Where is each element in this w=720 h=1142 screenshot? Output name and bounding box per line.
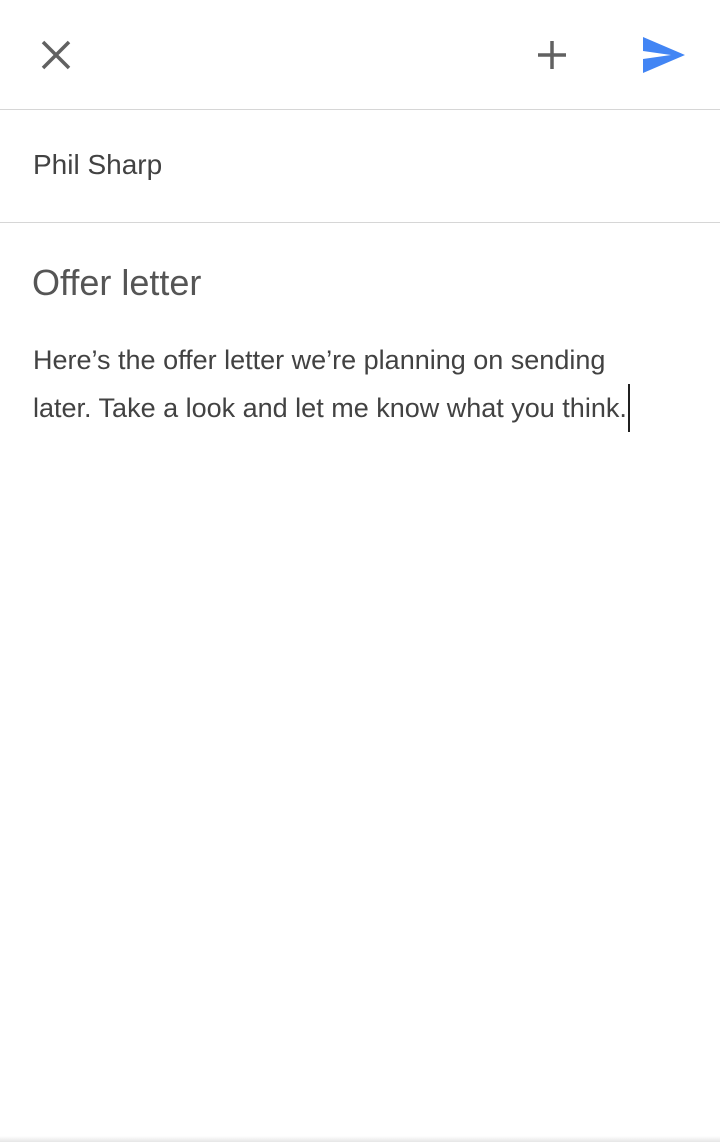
plus-icon	[538, 41, 566, 69]
close-button[interactable]	[24, 23, 88, 87]
recipient-name: Phil Sharp	[33, 149, 163, 180]
subject-field[interactable]: Offer letter	[32, 262, 201, 304]
recipient-field[interactable]: Phil Sharp	[0, 111, 720, 223]
compose-screen: Phil Sharp Offer letter Here’s the offer…	[0, 0, 720, 1142]
compose-toolbar	[0, 0, 720, 110]
body-line-text: later. Take a look and let me know what …	[33, 393, 627, 423]
text-cursor	[627, 384, 630, 432]
body-line: Here’s the offer letter we’re planning o…	[33, 345, 606, 375]
send-icon	[643, 37, 685, 73]
close-icon	[41, 40, 71, 70]
add-attachment-button[interactable]	[520, 23, 584, 87]
bottom-divider	[0, 1136, 720, 1142]
message-body-field[interactable]: Here’s the offer letter we’re planning o…	[33, 336, 673, 432]
body-line-last: later. Take a look and let me know what …	[33, 384, 673, 432]
send-button[interactable]	[632, 23, 696, 87]
